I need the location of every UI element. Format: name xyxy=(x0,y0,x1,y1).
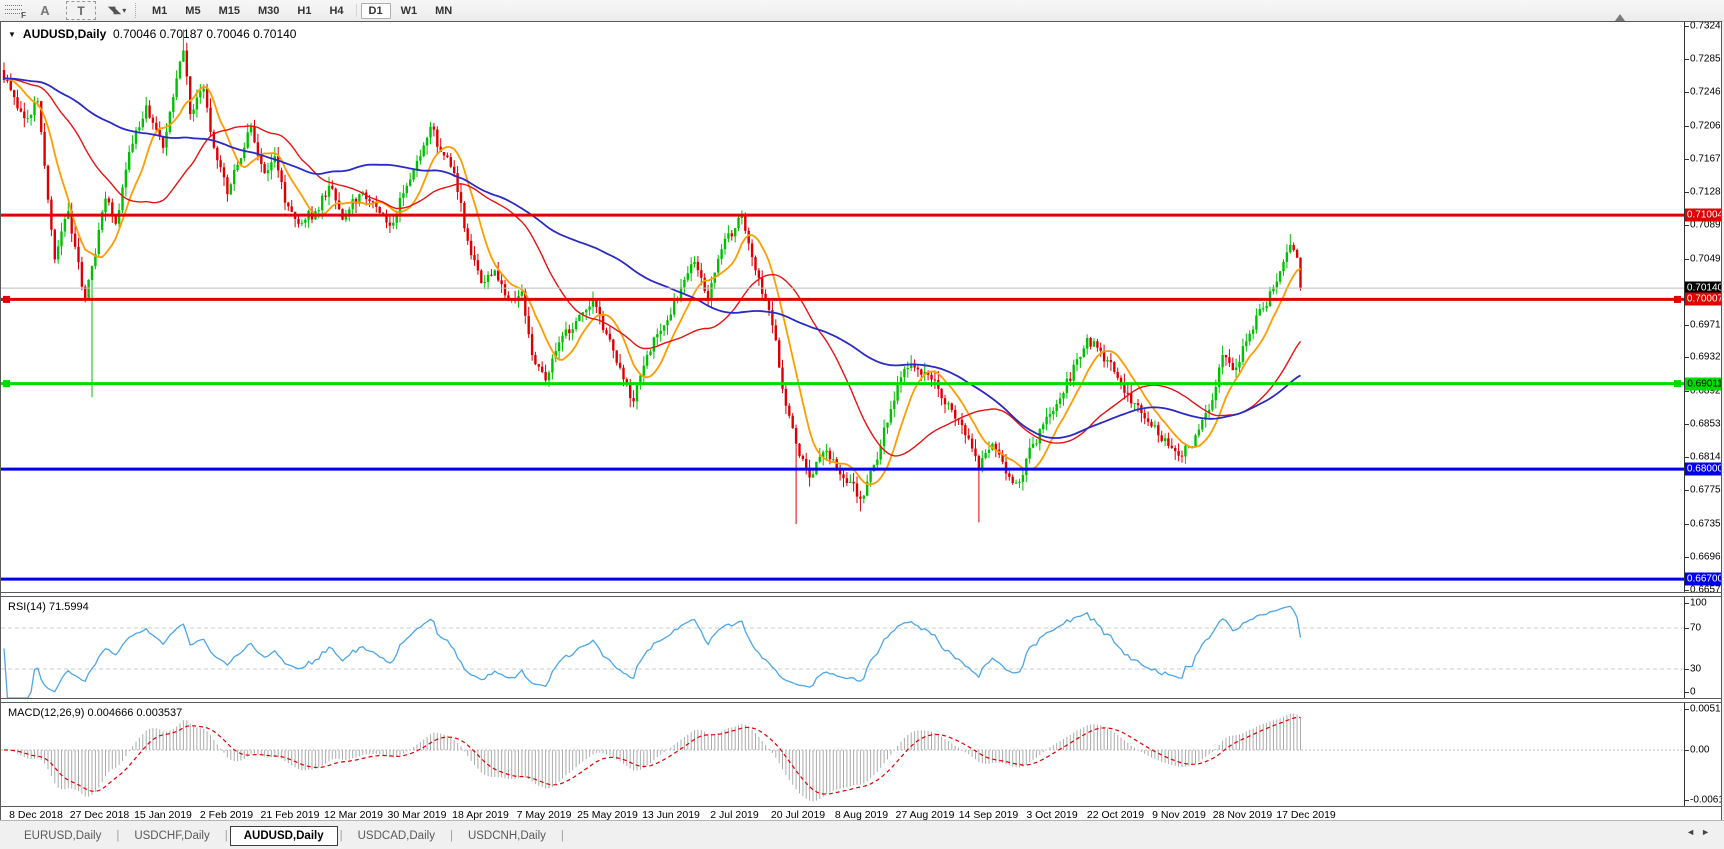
timeframe-button-h4[interactable]: H4 xyxy=(321,3,351,19)
line-handle[interactable] xyxy=(3,296,10,303)
tab-usdchf[interactable]: USDCHF,Daily xyxy=(121,827,222,845)
arrows-tool-icon[interactable]: ◥◣▾ xyxy=(107,2,127,19)
price-tick-label: 0.71280 xyxy=(1690,187,1721,198)
rsi-tick-label: 30 xyxy=(1690,664,1701,675)
axis-tick xyxy=(1685,603,1689,604)
timeframe-button-m5[interactable]: M5 xyxy=(177,3,208,19)
timeframe-button-m15[interactable]: M15 xyxy=(211,3,248,19)
price-tick-label: 0.71670 xyxy=(1690,154,1721,165)
price-pane[interactable]: ▼AUDUSD,Daily 0.70046 0.70187 0.70046 0.… xyxy=(1,22,1721,592)
price-badge-support-line-price: 0.68000 xyxy=(1685,463,1721,476)
fibonacci-tool-icon[interactable]: F xyxy=(4,4,24,17)
rsi-tick-label: 0 xyxy=(1690,687,1696,698)
axis-tick xyxy=(1685,669,1689,670)
macd-tick-label: 0.005181 xyxy=(1690,704,1721,715)
axis-tick xyxy=(1685,26,1689,27)
tab-scrollers: ◄► xyxy=(1686,827,1716,837)
chart-tabs: EURUSD,Daily|USDCHF,Daily|AUDUSD,Daily|U… xyxy=(10,826,565,846)
price-tick-label: 0.67750 xyxy=(1690,485,1721,496)
axis-tick xyxy=(1685,59,1689,60)
axis-tick xyxy=(1685,800,1689,801)
price-tick-label: 0.72850 xyxy=(1690,54,1721,65)
axis-tick xyxy=(1685,750,1689,751)
tab-separator: | xyxy=(116,830,119,842)
axis-tick xyxy=(1685,192,1689,193)
axis-tick xyxy=(1685,457,1689,458)
axis-tick xyxy=(1685,92,1689,93)
mt4-window: F A T ◥◣▾ M1M5M15M30H1H4 D1W1MN ▼AUDUSD,D… xyxy=(0,0,1724,849)
line-handle[interactable] xyxy=(1674,380,1681,387)
macd-pane[interactable]: MACD(12,26,9) 0.004666 0.003537 0.005181… xyxy=(1,703,1721,806)
price-badge-resistance-line-price: 0.71004 xyxy=(1685,209,1721,222)
macd-tick-label: 0.00 xyxy=(1690,745,1709,756)
price-tick-label: 0.72060 xyxy=(1690,121,1721,132)
axis-tick xyxy=(1685,557,1689,558)
axis-tick xyxy=(1685,325,1689,326)
timeframe-button-m30[interactable]: M30 xyxy=(250,3,287,19)
axis-tick xyxy=(1685,628,1689,629)
price-tick-label: 0.66960 xyxy=(1690,552,1721,563)
price-axis-border xyxy=(1684,22,1685,592)
price-tick-label: 0.69320 xyxy=(1690,352,1721,363)
axis-tick xyxy=(1685,225,1689,226)
price-tick-label: 0.68530 xyxy=(1690,419,1721,430)
line-handle[interactable] xyxy=(1674,296,1681,303)
tab-scroll-left-icon[interactable]: ◄ xyxy=(1686,827,1701,837)
tab-strip: EURUSD,Daily|USDCHF,Daily|AUDUSD,Daily|U… xyxy=(0,820,1724,849)
timeframe-button-w1[interactable]: W1 xyxy=(393,3,426,19)
rsi-axis-border xyxy=(1684,597,1685,698)
macd-tick-label: -0.006153 xyxy=(1690,795,1721,806)
timeframe-toolbar: M1M5M15M30H1H4 D1W1MN xyxy=(143,3,461,19)
price-tick-label: 0.69710 xyxy=(1690,320,1721,331)
tab-scroll-right-icon[interactable]: ► xyxy=(1701,827,1716,837)
price-tick-label: 0.67350 xyxy=(1690,519,1721,530)
line-handle[interactable] xyxy=(3,380,10,387)
chart-window: ▼AUDUSD,Daily 0.70046 0.70187 0.70046 0.… xyxy=(0,21,1722,820)
price-badge-resistance-line-price: 0.70007 xyxy=(1685,293,1721,306)
toolbar: F A T ◥◣▾ M1M5M15M30H1H4 D1W1MN xyxy=(0,0,1724,22)
tab-eurusd[interactable]: EURUSD,Daily xyxy=(11,827,114,845)
axis-tick xyxy=(1685,490,1689,491)
text-tool-icon[interactable]: T xyxy=(66,1,96,20)
price-tick-label: 0.66570 xyxy=(1690,585,1721,593)
tab-separator: | xyxy=(340,830,343,842)
tab-usdcnh[interactable]: USDCNH,Daily xyxy=(455,827,559,845)
price-badge-support-line-price: 0.66700 xyxy=(1685,573,1721,586)
axis-tick xyxy=(1685,709,1689,710)
macd-axis-border xyxy=(1684,703,1685,806)
tab-separator: | xyxy=(225,830,228,842)
price-tick-label: 0.70490 xyxy=(1690,254,1721,265)
chevron-down-icon: ▾ xyxy=(122,6,126,15)
axis-tick xyxy=(1685,524,1689,525)
rsi-tick-label: 100 xyxy=(1690,598,1707,609)
axis-tick xyxy=(1685,391,1689,392)
timeframe-button-mn[interactable]: MN xyxy=(427,3,460,19)
tab-separator: | xyxy=(450,830,453,842)
chart-shift-marker xyxy=(1615,14,1625,21)
axis-tick xyxy=(1685,126,1689,127)
axis-tick xyxy=(1685,357,1689,358)
price-tick-label: 0.68140 xyxy=(1690,452,1721,463)
rsi-pane[interactable]: RSI(14) 71.5994 10070300 xyxy=(1,597,1721,698)
toolbar-grip xyxy=(135,3,136,18)
rsi-tick-label: 70 xyxy=(1690,623,1701,634)
axis-tick xyxy=(1685,692,1689,693)
price-badge-support-line-price: 0.69011 xyxy=(1685,378,1721,391)
price-tick-label: 0.72460 xyxy=(1690,87,1721,98)
text-label-tool-icon[interactable]: A xyxy=(35,2,55,19)
tab-separator: | xyxy=(561,830,564,842)
timeframe-button-m1[interactable]: M1 xyxy=(144,3,175,19)
tab-audusd[interactable]: AUDUSD,Daily xyxy=(230,826,338,846)
timeframe-button-d1[interactable]: D1 xyxy=(361,3,391,19)
axis-tick xyxy=(1685,159,1689,160)
timeframe-button-h1[interactable]: H1 xyxy=(289,3,319,19)
tab-usdcad[interactable]: USDCAD,Daily xyxy=(345,827,448,845)
axis-tick xyxy=(1685,590,1689,591)
axis-tick xyxy=(1685,424,1689,425)
axis-tick xyxy=(1685,259,1689,260)
price-tick-label: 0.73240 xyxy=(1690,22,1721,32)
